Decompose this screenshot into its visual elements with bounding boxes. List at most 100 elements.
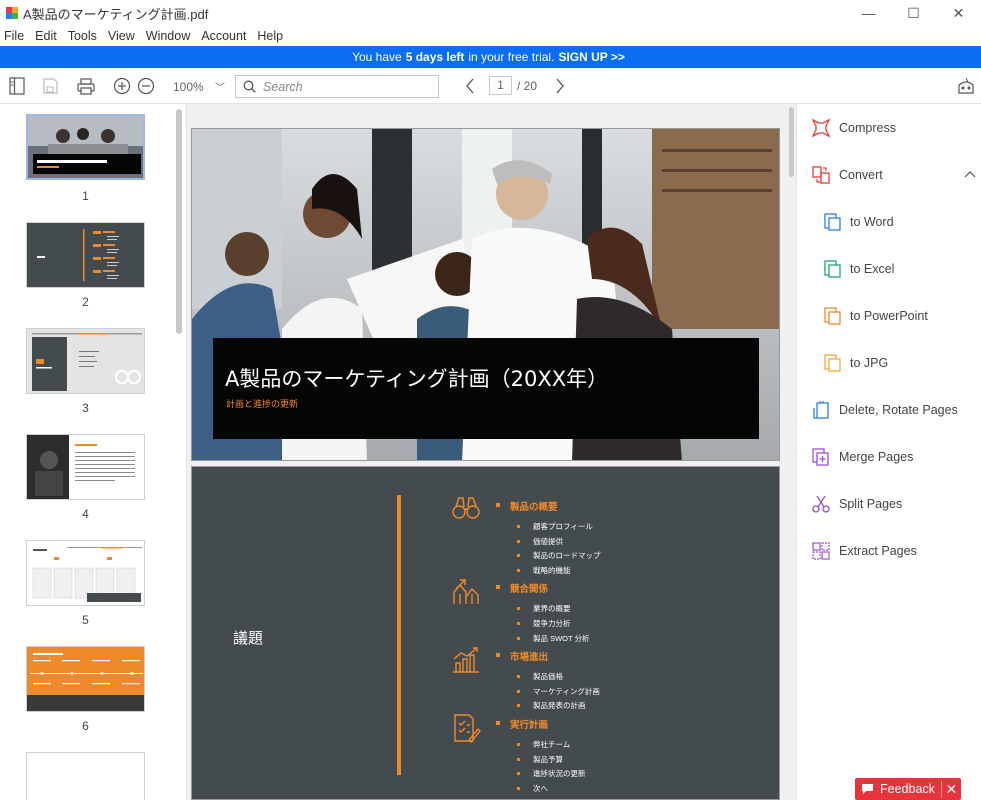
zoom-select[interactable]: 100% ﹀ [173,79,225,94]
agenda-section: 市場進出 [453,647,759,673]
chat-icon [861,783,874,795]
extract-pages-icon [811,541,831,561]
agenda-section: 製品の概要 [452,497,759,521]
agenda-section-title: 実行計画 [510,719,549,731]
to-excel-tool[interactable]: to Excel [822,259,894,279]
cover-title: A製品のマーケティング計画（20XX年） [225,367,608,391]
thumbnail-number-1: 1 [82,189,89,203]
agenda-item: 製品のロードマップ [459,550,759,565]
split-label: Split Pages [839,497,903,511]
thumbnail-number-2: 2 [82,295,89,309]
to-word-tool[interactable]: to Word [822,212,894,232]
thumbnail-sidebar: 1 2 3 4 5 6 [0,104,187,800]
menu-file[interactable]: File [4,29,24,43]
thumbnail-number-3: 3 [82,401,89,415]
agenda-item: 競争力分析 [459,618,759,633]
agenda-item: 進捗状況の更新 [459,768,759,783]
extract-label: Extract Pages [839,544,917,558]
pdf-page-2: 議題 製品の概要 顧客プロフィール 価値提供 製品のロードマップ 戦略的機能 競… [191,466,780,800]
app-logo-icon [6,7,18,19]
menu-tools[interactable]: Tools [68,29,97,43]
close-button[interactable]: ✕ [936,0,981,26]
to-word-label: to Word [850,215,894,229]
convert-icon [811,165,831,185]
merge-label: Merge Pages [839,450,914,464]
window-title: A製品のマーケティング計画.pdf [23,6,209,22]
trial-banner: You have 5 days left in your free trial.… [0,46,981,68]
page-navigator: 1 / 20 [489,76,537,95]
agenda-item: 弊社チーム [459,739,759,754]
page-total: / 20 [517,78,538,93]
convert-tool[interactable]: Convert [811,165,976,185]
image-file-icon [822,353,842,373]
search-placeholder: Search [263,79,303,94]
chevron-down-icon: ﹀ [215,83,226,94]
print-icon[interactable] [76,76,96,96]
toggle-sidebar-icon[interactable] [8,76,26,96]
agenda-section: 競合関係 [453,578,759,605]
search-input[interactable]: Search [235,75,439,98]
cover-photo: A製品のマーケティング計画（20XX年） 計画と進捗の更新 [192,129,779,460]
thumbnail-page-6[interactable] [26,646,145,712]
read-mode-icon[interactable] [955,76,977,96]
compress-icon [811,118,831,138]
agenda-heading: 議題 [233,630,264,647]
to-powerpoint-label: to PowerPoint [850,309,928,323]
delete-rotate-tool[interactable]: Delete, Rotate Pages [811,400,958,420]
thumbnail-page-5[interactable] [26,540,145,606]
thumbnail-page-7[interactable] [26,752,145,800]
menu-edit[interactable]: Edit [35,29,57,43]
next-page-icon[interactable] [553,76,567,96]
extract-tool[interactable]: Extract Pages [811,541,917,561]
compress-label: Compress [839,121,896,135]
page-number-input[interactable]: 1 [489,76,512,95]
menu-view[interactable]: View [108,29,135,43]
title-bar: A製品のマーケティング計画.pdf — ☐ ✕ [0,0,981,26]
to-powerpoint-tool[interactable]: to PowerPoint [822,306,928,326]
thumbnail-page-2[interactable] [26,222,145,288]
zoom-out-icon[interactable] [136,76,156,96]
thumbnail-number-5: 5 [82,613,89,627]
bar-chart-icon [453,647,479,673]
toolbar: 100% ﹀ Search 1 / 20 [0,68,981,104]
agenda-item: 製品 SWOT 分析 [459,633,759,648]
chevron-up-icon [964,167,976,181]
trial-suffix: in your free trial. [468,50,555,64]
compress-tool[interactable]: Compress [811,118,896,138]
feedback-button[interactable]: Feedback ✕ [855,778,961,800]
tools-panel: Compress Convert to Word to Excel to Pow… [796,104,981,800]
to-excel-label: to Excel [850,262,895,276]
rotate-page-icon [811,400,831,420]
agenda-item: 顧客プロフィール [459,521,759,536]
maximize-button[interactable]: ☐ [891,0,936,26]
to-jpg-label: to JPG [850,356,889,370]
menu-window[interactable]: Window [146,29,190,43]
merge-tool[interactable]: Merge Pages [811,447,913,467]
thumbnail-number-6: 6 [82,719,89,733]
to-jpg-tool[interactable]: to JPG [822,353,888,373]
thumbnail-page-1[interactable] [26,114,145,180]
convert-label: Convert [839,168,883,182]
document-viewer: A製品のマーケティング計画（20XX年） 計画と進捗の更新 議題 製品の概要 顧… [188,104,796,800]
save-icon[interactable] [41,76,59,96]
cover-subtitle: 計画と進捗の更新 [226,398,298,410]
zoom-in-icon[interactable] [112,76,132,96]
zoom-value: 100% [173,80,204,94]
thumbnail-page-4[interactable] [26,434,145,500]
sign-up-link[interactable]: SIGN UP >> [558,50,624,64]
thumbnail-page-3[interactable] [26,328,145,394]
sidebar-scrollbar[interactable] [176,109,182,334]
menu-help[interactable]: Help [257,29,283,43]
word-file-icon [822,212,842,232]
agenda-item: 製品予算 [459,754,759,769]
binoculars-icon [452,497,480,519]
delete-rotate-label: Delete, Rotate Pages [839,403,958,417]
menu-account[interactable]: Account [201,29,246,43]
feedback-close-button[interactable]: ✕ [940,780,961,798]
trial-days-left: 5 days left [405,50,465,64]
agenda-item: 業界の概要 [459,603,759,618]
minimize-button[interactable]: — [846,0,891,26]
previous-page-icon[interactable] [463,76,477,96]
viewer-scrollbar[interactable] [789,107,794,177]
split-tool[interactable]: Split Pages [811,494,902,514]
